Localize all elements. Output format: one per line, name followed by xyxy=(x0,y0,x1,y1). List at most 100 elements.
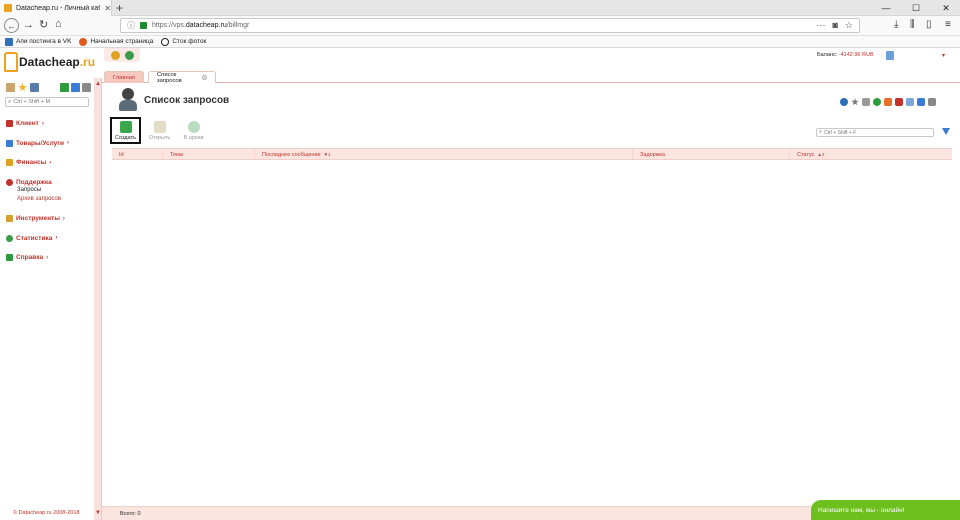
sidebar-item-tools[interactable]: Инструменты › xyxy=(6,209,94,229)
reload-icon[interactable]: ↻ xyxy=(39,18,48,31)
open-button[interactable]: Открыть xyxy=(144,117,175,144)
collapse-down-icon[interactable]: ▼ xyxy=(95,510,101,516)
tab-label: Список запросов xyxy=(157,71,182,84)
sidebar-subitem-requests[interactable]: Запросы xyxy=(17,187,94,196)
favorite-star-icon[interactable] xyxy=(851,98,859,106)
sidebar-item-label: Товары/Услуги xyxy=(16,139,64,147)
settings-icon[interactable] xyxy=(82,83,91,92)
chevron-right-icon: › xyxy=(67,140,69,147)
table-search-input[interactable] xyxy=(824,129,925,136)
pin-icon[interactable] xyxy=(862,98,870,106)
bookmark-item[interactable]: Начальная страница xyxy=(79,37,153,46)
column-header-status[interactable]: Статус ▲2 xyxy=(790,149,952,160)
sidebar-item-help[interactable]: Справка › xyxy=(6,248,94,268)
browser-tab[interactable]: Datacheap.ru - Личный кабин ✕ xyxy=(0,0,112,16)
collapse-up-icon[interactable]: ▲ xyxy=(95,81,101,87)
info-icon[interactable]: ⓘ xyxy=(127,20,135,31)
logo[interactable]: Datacheap.ru xyxy=(4,52,95,72)
balance-value: -4142.96 RUB xyxy=(838,52,874,58)
print-icon[interactable] xyxy=(928,98,936,106)
minimize-icon[interactable]: — xyxy=(871,0,901,16)
sidebar-collapse-bar[interactable]: ▲ ▼ xyxy=(94,78,102,520)
tab-main[interactable]: Главная xyxy=(104,71,144,83)
user-icon[interactable] xyxy=(886,51,894,60)
archive-label: В архив xyxy=(183,134,204,141)
library-icon[interactable]: ⫼ xyxy=(910,19,915,30)
sidebar-subitem-archive[interactable]: Архив запросов xyxy=(17,196,94,205)
sidebar-item-stats[interactable]: Статистика › xyxy=(6,229,94,249)
column-header-id[interactable]: Id xyxy=(112,149,163,160)
maximize-icon[interactable]: ☐ xyxy=(901,0,931,16)
toolbar: Создать Открыть В архив xyxy=(110,117,209,144)
close-tab-icon[interactable]: ✕ xyxy=(202,75,207,80)
red-report-icon[interactable] xyxy=(895,98,903,106)
tab-requests-list[interactable]: Список запросов ✕ xyxy=(148,71,216,84)
open-icon xyxy=(153,120,166,133)
orange-export-icon[interactable] xyxy=(884,98,892,106)
browser-tab-title: Datacheap.ru - Личный кабин xyxy=(16,4,101,12)
sidebar-search[interactable]: ⌕ xyxy=(5,97,89,107)
bookmark-item[interactable]: Апи постинга в VK xyxy=(5,37,71,46)
home-icon[interactable]: ⌂ xyxy=(55,18,62,30)
requests-table-header: Id Тема Последнее сообщение ▼1 Задержка С… xyxy=(112,148,952,160)
add-user-icon[interactable] xyxy=(110,50,120,60)
column-header-delay[interactable]: Задержка xyxy=(633,149,790,160)
online-chat-button[interactable]: Напишите нам, мы - онлайн! xyxy=(811,500,960,520)
page-title: Список запросов xyxy=(144,94,230,106)
close-tab-icon[interactable]: ✕ xyxy=(104,4,111,13)
favorites-star-icon[interactable] xyxy=(18,83,27,92)
support-submenu: Запросы Архив запросов xyxy=(6,187,94,205)
open-label: Открыть xyxy=(148,134,171,141)
chevron-right-icon: › xyxy=(49,159,52,166)
monitor-icon[interactable] xyxy=(917,98,925,106)
bookmark-star-icon[interactable]: ☆ xyxy=(845,20,853,31)
filter-icon[interactable] xyxy=(942,128,950,135)
back-icon[interactable]: ← xyxy=(4,18,19,33)
briefcase-icon[interactable] xyxy=(30,83,39,92)
column-header-subject[interactable]: Тема xyxy=(163,149,255,160)
tools-icon xyxy=(6,215,13,223)
more-actions-icon[interactable]: ··· xyxy=(816,20,825,31)
sidebar-item-client[interactable]: Клиент › xyxy=(6,114,94,134)
sidebar-item-finance[interactable]: Финансы › xyxy=(6,153,94,173)
support-operator-icon xyxy=(118,88,138,112)
close-window-icon[interactable]: ✕ xyxy=(931,0,960,16)
bookmark-item[interactable]: Сток фоток xyxy=(161,37,206,46)
dashboard-icon[interactable] xyxy=(6,83,15,92)
new-tab-icon[interactable]: + xyxy=(116,1,123,15)
user-menu-chevron-icon[interactable]: ▾ xyxy=(942,52,945,59)
page-header: Список запросов xyxy=(118,88,229,112)
create-label: Создать xyxy=(115,134,136,141)
billmgr-app: Datacheap.ru ⌕ Клиент › Товары/Услуги xyxy=(0,48,960,520)
create-button[interactable]: Создать xyxy=(110,117,141,144)
url-host: datacheap.ru xyxy=(185,22,227,29)
expand-all-icon[interactable] xyxy=(60,83,69,92)
archive-icon xyxy=(187,120,200,133)
menu-icon[interactable]: ≡ xyxy=(945,19,951,30)
table-search[interactable]: ⌕ xyxy=(816,128,934,137)
help-icon xyxy=(6,254,13,262)
image-icon[interactable] xyxy=(906,98,914,106)
support-headset-icon[interactable] xyxy=(124,50,134,60)
refresh-icon[interactable] xyxy=(840,98,848,106)
pocket-icon[interactable]: ◙ xyxy=(832,20,837,31)
download-icon[interactable]: ⤓ xyxy=(894,19,898,30)
bookmarks-bar: Апи постинга в VK Начальная страница Сто… xyxy=(0,36,960,48)
collapse-all-icon[interactable] xyxy=(71,83,80,92)
sidebar-toggle-icon[interactable]: ▯ xyxy=(926,19,932,30)
sidebar-item-label: Финансы xyxy=(16,159,47,167)
total-count: Всего: 0 xyxy=(120,511,141,517)
sidebar-item-products[interactable]: Товары/Услуги › xyxy=(6,134,94,154)
logo-text: Datacheap.ru xyxy=(19,55,96,69)
sort-desc-icon: ▼1 xyxy=(323,152,331,157)
column-header-last-message[interactable]: Последнее сообщение ▼1 xyxy=(255,149,633,160)
vk-icon xyxy=(5,37,13,46)
chevron-right-icon: › xyxy=(55,235,58,242)
browser-navbar: ← → ↻ ⌂ ⓘ https://vps. datacheap.ru /bil… xyxy=(0,16,960,36)
sidebar-item-label: Инструменты xyxy=(16,215,60,223)
archive-button[interactable]: В архив xyxy=(178,117,209,144)
forward-icon[interactable]: → xyxy=(23,19,34,31)
url-bar[interactable]: ⓘ https://vps. datacheap.ru /billmgr ···… xyxy=(120,18,860,33)
green-status-icon[interactable] xyxy=(873,98,881,106)
sidebar-search-input[interactable] xyxy=(13,99,86,105)
